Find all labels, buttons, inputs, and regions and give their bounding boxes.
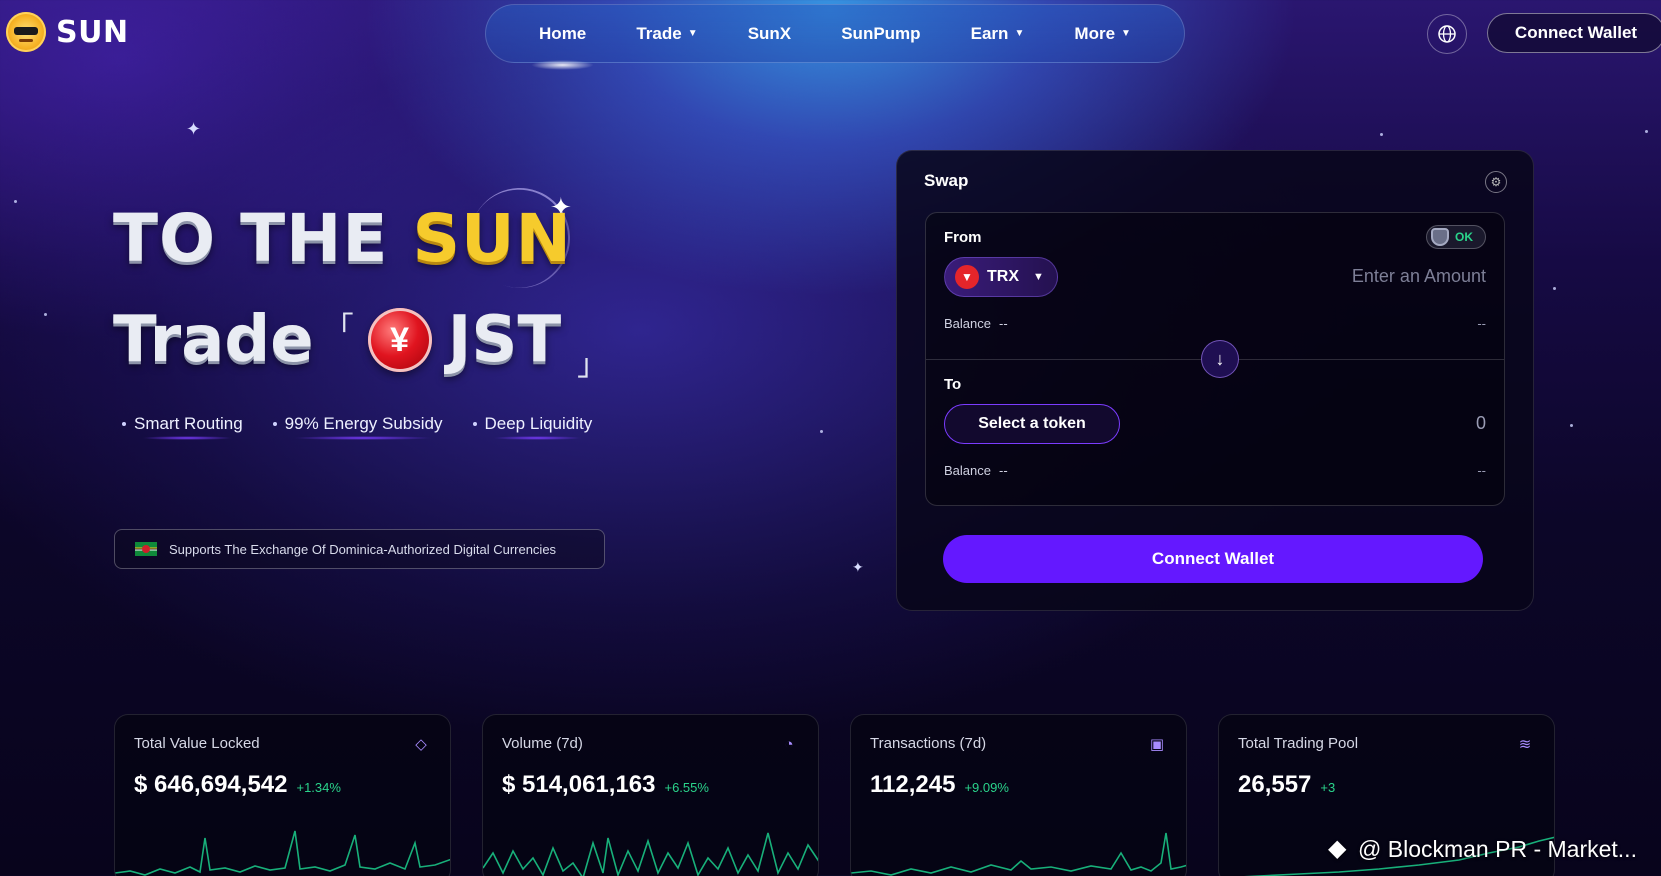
shield-icon	[1431, 228, 1449, 246]
swap-card: Swap ⚙ From OK ▼ TRX ▼ Enter an Amount B…	[896, 150, 1534, 611]
pie-chart-icon: ◔	[784, 735, 794, 753]
notice-text: Supports The Exchange Of Dominica-Author…	[169, 541, 557, 557]
star-dot	[1645, 130, 1648, 133]
globe-icon	[1438, 25, 1456, 43]
language-button[interactable]	[1427, 14, 1467, 54]
nav-sunx[interactable]: SunX	[748, 24, 791, 44]
star-dot	[820, 430, 823, 433]
security-check-badge[interactable]: OK	[1426, 225, 1486, 249]
star-dot	[44, 313, 47, 316]
nav-home[interactable]: Home	[530, 24, 595, 70]
stat-card-tvl: Total Value Locked ◇ $ 646,694,542 +1.34%	[114, 714, 451, 876]
stat-label: Total Trading Pool	[1238, 735, 1359, 752]
stat-value: $ 646,694,542 +1.34%	[134, 771, 341, 798]
bracket-open: 「	[323, 312, 354, 345]
feature-item: Deep Liquidity	[472, 414, 592, 440]
feature-list: Smart Routing 99% Energy Subsidy Deep Li…	[122, 414, 592, 440]
hero-trade-line: Trade 「 JST 」	[113, 296, 607, 384]
star-dot	[1553, 287, 1556, 290]
stat-card-volume: Volume (7d) ◔ $ 514,061,163 +6.55%	[482, 714, 819, 876]
nav-trade[interactable]: Trade ▼	[636, 24, 697, 44]
stat-label: Volume (7d)	[502, 735, 583, 752]
arrow-down-icon: ↓	[1215, 348, 1225, 369]
caret-down-icon: ▼	[1121, 28, 1131, 39]
watermark: @ Blockman PR - Market...	[1328, 834, 1637, 863]
to-amount[interactable]: 0	[1476, 413, 1486, 434]
switch-direction-button[interactable]: ↓	[1201, 340, 1239, 378]
stat-card-transactions: Transactions (7d) ▣ 112,245 +9.09%	[850, 714, 1187, 876]
to-balance: Balance --	[944, 463, 1008, 478]
stat-label: Total Value Locked	[134, 735, 260, 752]
stat-value: 26,557 +3	[1238, 771, 1336, 798]
feature-item: 99% Energy Subsidy	[272, 414, 443, 440]
nav-earn[interactable]: Earn ▼	[971, 24, 1025, 44]
stat-value: $ 514,061,163 +6.55%	[502, 771, 709, 798]
stat-label: Transactions (7d)	[870, 735, 987, 752]
logo-text: SUN	[56, 14, 129, 50]
binance-logo-icon	[1328, 834, 1352, 863]
trade-word: Trade	[113, 303, 314, 377]
connect-wallet-button[interactable]: Connect Wallet	[943, 535, 1483, 583]
hero-title: TO THE SUN	[113, 200, 572, 277]
trx-token-icon: ▼	[955, 265, 979, 289]
dominica-flag-icon	[135, 542, 157, 556]
stat-value: 112,245 +9.09%	[870, 771, 1009, 798]
select-token-button[interactable]: Select a token	[944, 404, 1120, 444]
to-balance-value: --	[1477, 463, 1486, 478]
sparkline	[115, 830, 450, 876]
from-token-select[interactable]: ▼ TRX ▼	[944, 257, 1058, 297]
swap-title: Swap	[924, 171, 969, 190]
connect-wallet-header-button[interactable]: Connect Wallet	[1487, 13, 1661, 53]
nav-sunpump[interactable]: SunPump	[841, 24, 920, 44]
diamond-icon: ◇	[415, 736, 427, 753]
bracket-close: 」	[577, 349, 608, 382]
activity-icon: ▣	[1149, 736, 1165, 753]
dominica-notice[interactable]: Supports The Exchange Of Dominica-Author…	[114, 529, 605, 569]
jst-coin-icon	[367, 308, 432, 372]
star-dot	[1380, 133, 1383, 136]
swap-form: From OK ▼ TRX ▼ Enter an Amount Balance -…	[925, 212, 1505, 506]
sparkline	[851, 832, 1186, 876]
sun-logo-icon	[6, 12, 46, 52]
from-balance-value: --	[1477, 316, 1486, 331]
caret-down-icon: ▼	[1014, 28, 1025, 39]
caret-down-icon: ▼	[687, 28, 698, 39]
token-word: JST	[447, 303, 562, 377]
sun-logo[interactable]: SUN	[6, 12, 129, 52]
layers-icon: ≋	[1518, 736, 1532, 753]
star-dot	[14, 200, 17, 203]
main-nav: Home Trade ▼ SunX SunPump Earn ▼ More ▼	[485, 4, 1185, 70]
nav-more[interactable]: More ▼	[1074, 24, 1131, 44]
feature-item: Smart Routing	[122, 414, 243, 440]
caret-down-icon: ▼	[1033, 271, 1044, 283]
sparkle-icon: ✦	[852, 559, 864, 575]
settings-icon[interactable]: ⚙	[1485, 171, 1507, 193]
sparkle-icon: ✦	[186, 119, 202, 139]
sparkline	[483, 832, 818, 876]
from-label: From	[944, 229, 982, 246]
hero-title-highlight: SUN	[412, 200, 572, 277]
star-dot	[1570, 424, 1573, 427]
from-amount-input[interactable]: Enter an Amount	[1352, 266, 1486, 287]
from-balance: Balance --	[944, 316, 1008, 331]
to-label: To	[944, 376, 962, 393]
